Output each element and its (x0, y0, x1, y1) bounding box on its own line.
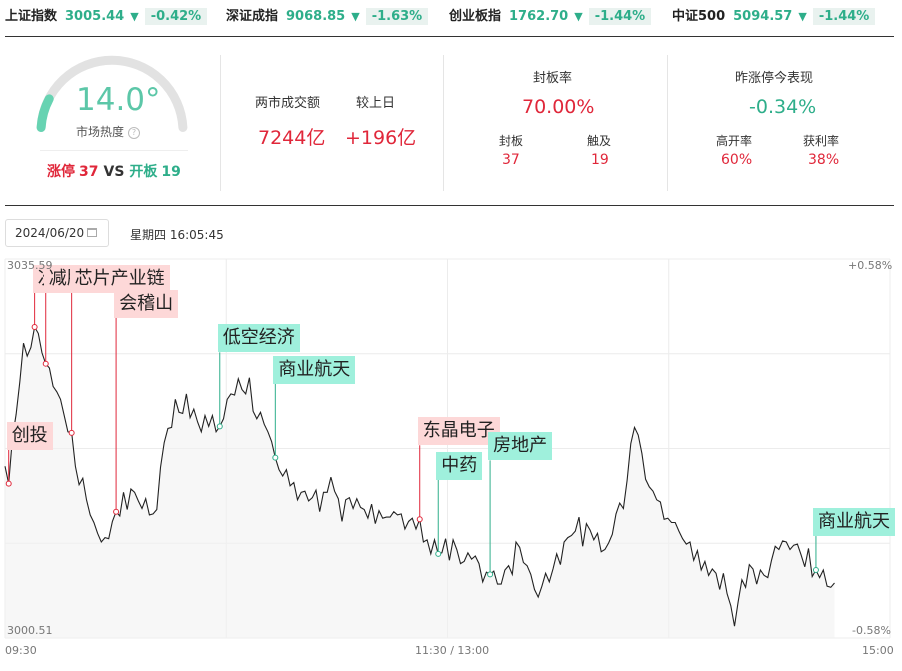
marker-dot (31, 323, 38, 330)
marker-dot (216, 423, 223, 430)
concept-tag[interactable]: 商业航天 (813, 508, 895, 537)
concept-tag[interactable]: 商业航天 (273, 355, 356, 384)
marker-dot (272, 454, 279, 461)
concept-tag[interactable]: 会稽山 (114, 289, 179, 318)
right-axis-top-label: +0.58% (848, 259, 893, 272)
concept-tag[interactable]: 低空经济 (217, 324, 300, 353)
marker-dot (435, 550, 442, 557)
marker-dot (487, 571, 494, 578)
x-axis-label-open: 09:30 (5, 644, 37, 657)
right-axis-bottom-label: -0.58% (852, 624, 891, 637)
x-axis-label-midday: 11:30 / 13:00 (415, 644, 490, 657)
concept-tag[interactable]: 房地产 (488, 432, 553, 461)
marker-dot (416, 516, 423, 523)
marker-dot (5, 480, 12, 487)
marker-dot (42, 360, 49, 367)
y-axis-bottom-label: 3000.51 (7, 624, 53, 637)
intraday-index-chart (4, 258, 891, 639)
concept-tag[interactable]: 中药 (436, 451, 483, 480)
concept-tag[interactable]: 创投 (6, 421, 53, 450)
y-axis-top-label: 3035.59 (7, 259, 53, 272)
marker-dot (68, 429, 75, 436)
marker-dot (113, 508, 120, 515)
marker-dot (812, 567, 819, 574)
x-axis-label-close: 15:00 (862, 644, 894, 657)
